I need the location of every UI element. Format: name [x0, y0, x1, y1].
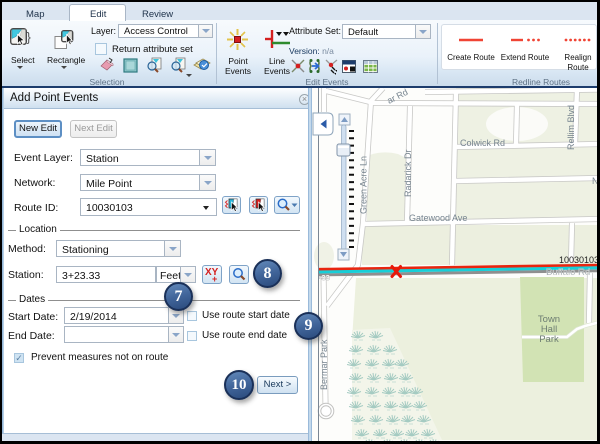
svg-text:Radarick Dr: Radarick Dr [403, 149, 413, 197]
svg-text:Green Acre Ln: Green Acre Ln [359, 156, 369, 214]
svg-text:}: } [27, 30, 32, 45]
svg-text:Rellim Blvd: Rellim Blvd [566, 105, 576, 150]
svg-text:Colwick Rd: Colwick Rd [460, 138, 505, 148]
svg-text:Bermar Park: Bermar Park [319, 339, 329, 390]
svg-text:10030103: 10030103 [559, 255, 599, 265]
svg-text:Gatewood Ave: Gatewood Ave [409, 213, 467, 223]
svg-text:Park: Park [539, 334, 559, 345]
svg-text:Buffalo Rd: Buffalo Rd [546, 267, 590, 278]
svg-text:-33: -33 [319, 273, 330, 282]
